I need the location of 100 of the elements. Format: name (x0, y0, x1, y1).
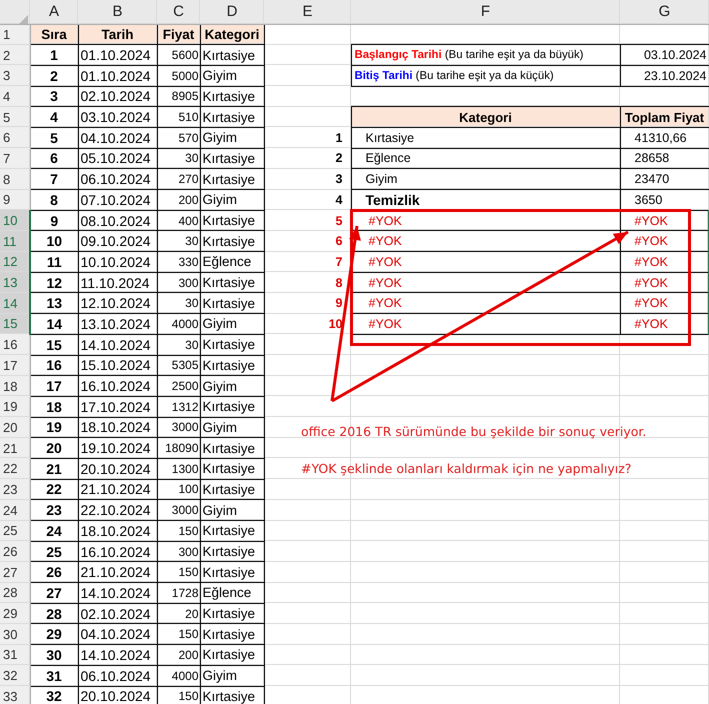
row-header[interactable]: 8 (0, 168, 30, 190)
table-cell: 5 (30, 127, 78, 148)
row-header[interactable]: 1 (0, 24, 30, 45)
annotation-text: #YOK şeklinde olanları kaldırmak için ne yapmalıyız? (301, 461, 632, 476)
table-cell: 20 (30, 438, 78, 458)
table-cell: 7 (264, 252, 351, 272)
row-header[interactable]: 32 (0, 665, 30, 686)
table-cell: 1300 (157, 458, 200, 480)
table-cell: #YOK (351, 314, 620, 334)
header-cell: Toplam Fiyat (620, 106, 709, 128)
table-cell: 28658 (620, 148, 709, 169)
row-header[interactable]: 13 (0, 272, 30, 293)
row-header[interactable]: 25 (0, 520, 30, 542)
row-header[interactable]: 7 (0, 148, 30, 169)
table-cell: Giyim (200, 417, 264, 438)
table-cell: 150 (157, 562, 200, 583)
table-cell: 6 (264, 230, 351, 252)
row-header[interactable]: 31 (0, 644, 30, 666)
row-header[interactable]: 9 (0, 190, 30, 210)
table-cell: 41310,66 (620, 127, 709, 148)
row-header[interactable]: 20 (0, 417, 30, 438)
table-cell: 150 (157, 686, 200, 704)
table-cell: Kırtasiye (351, 127, 620, 148)
row-header[interactable]: 19 (0, 396, 30, 418)
table-cell: 19 (30, 417, 78, 438)
table-cell: 23.10.2024 (620, 65, 709, 86)
table-cell: 20.10.2024 (78, 458, 157, 480)
column-header[interactable]: A (30, 0, 78, 24)
table-cell: 26 (30, 562, 78, 583)
table-cell: 20 (157, 603, 200, 624)
table-cell: Başlangıç Tarihi (Bu tarihe eşit ya da büyük) (351, 44, 620, 66)
row-header[interactable]: 23 (0, 479, 30, 500)
row-header[interactable]: 5 (0, 106, 30, 128)
table-cell: Kırtasiye (200, 334, 264, 355)
row-header[interactable]: 18 (0, 376, 30, 396)
row-header[interactable]: 4 (0, 86, 30, 107)
row-header[interactable]: 14 (0, 292, 30, 314)
table-cell: 30 (157, 230, 200, 252)
table-cell: Kırtasiye (200, 438, 264, 458)
row-header[interactable]: 11 (0, 230, 30, 252)
row-header[interactable]: 10 (0, 210, 30, 231)
column-header[interactable]: F (351, 0, 620, 24)
column-header[interactable]: B (78, 0, 157, 24)
table-cell: 30 (157, 292, 200, 314)
table-cell: 3 (264, 168, 351, 190)
row-header[interactable]: 2 (0, 44, 30, 66)
table-cell: 150 (157, 520, 200, 542)
table-cell: 2 (264, 148, 351, 169)
table-cell: Giyim (200, 127, 264, 148)
table-cell: 12 (30, 272, 78, 293)
table-cell: Kırtasiye (200, 458, 264, 480)
column-header[interactable]: C (157, 0, 200, 24)
row-header[interactable]: 33 (0, 686, 30, 704)
table-cell: 2500 (157, 376, 200, 396)
table-cell: 06.10.2024 (78, 665, 157, 686)
row-header[interactable]: 12 (0, 252, 30, 272)
table-cell: #YOK (620, 314, 709, 334)
row-header[interactable]: 26 (0, 541, 30, 562)
row-header[interactable]: 22 (0, 458, 30, 480)
row-header[interactable]: 24 (0, 500, 30, 520)
column-header[interactable]: E (264, 0, 351, 24)
table-cell: 270 (157, 168, 200, 190)
table-cell: 3650 (620, 190, 709, 210)
column-header[interactable]: G (620, 0, 709, 24)
row-header[interactable]: 15 (0, 314, 30, 334)
table-cell: 8 (264, 272, 351, 293)
table-cell: 05.10.2024 (78, 148, 157, 169)
row-header[interactable]: 17 (0, 355, 30, 376)
table-cell: 5 (264, 210, 351, 231)
table-cell: 4 (264, 190, 351, 210)
table-cell: Giyim (200, 314, 264, 334)
table-cell: Kırtasiye (200, 624, 264, 645)
table-cell: 10 (30, 230, 78, 252)
table-cell: 18.10.2024 (78, 417, 157, 438)
table-cell: 22 (30, 479, 78, 500)
table-cell: 1312 (157, 396, 200, 418)
table-cell: Kırtasiye (200, 106, 264, 128)
row-header[interactable]: 16 (0, 334, 30, 355)
row-header[interactable]: 27 (0, 562, 30, 583)
table-cell: 200 (157, 644, 200, 666)
table-cell: Eğlence (200, 582, 264, 604)
table-cell: 25 (30, 541, 78, 562)
row-header[interactable]: 28 (0, 582, 30, 604)
table-cell: 21.10.2024 (78, 562, 157, 583)
table-cell: 16 (30, 355, 78, 376)
row-header[interactable]: 3 (0, 65, 30, 86)
table-cell: 11.10.2024 (78, 272, 157, 293)
row-header[interactable]: 29 (0, 603, 30, 624)
row-header[interactable]: 21 (0, 438, 30, 458)
table-cell: Kırtasiye (200, 44, 264, 66)
table-cell: 08.10.2024 (78, 210, 157, 231)
table-cell: 15 (30, 334, 78, 355)
header-cell: Kategori (200, 24, 264, 45)
table-cell: 11 (30, 252, 78, 272)
row-header[interactable]: 30 (0, 624, 30, 645)
table-cell: Kırtasiye (200, 603, 264, 624)
table-cell: #YOK (351, 292, 620, 314)
table-cell: 10.10.2024 (78, 252, 157, 272)
column-header[interactable]: D (200, 0, 264, 24)
row-header[interactable]: 6 (0, 127, 30, 148)
